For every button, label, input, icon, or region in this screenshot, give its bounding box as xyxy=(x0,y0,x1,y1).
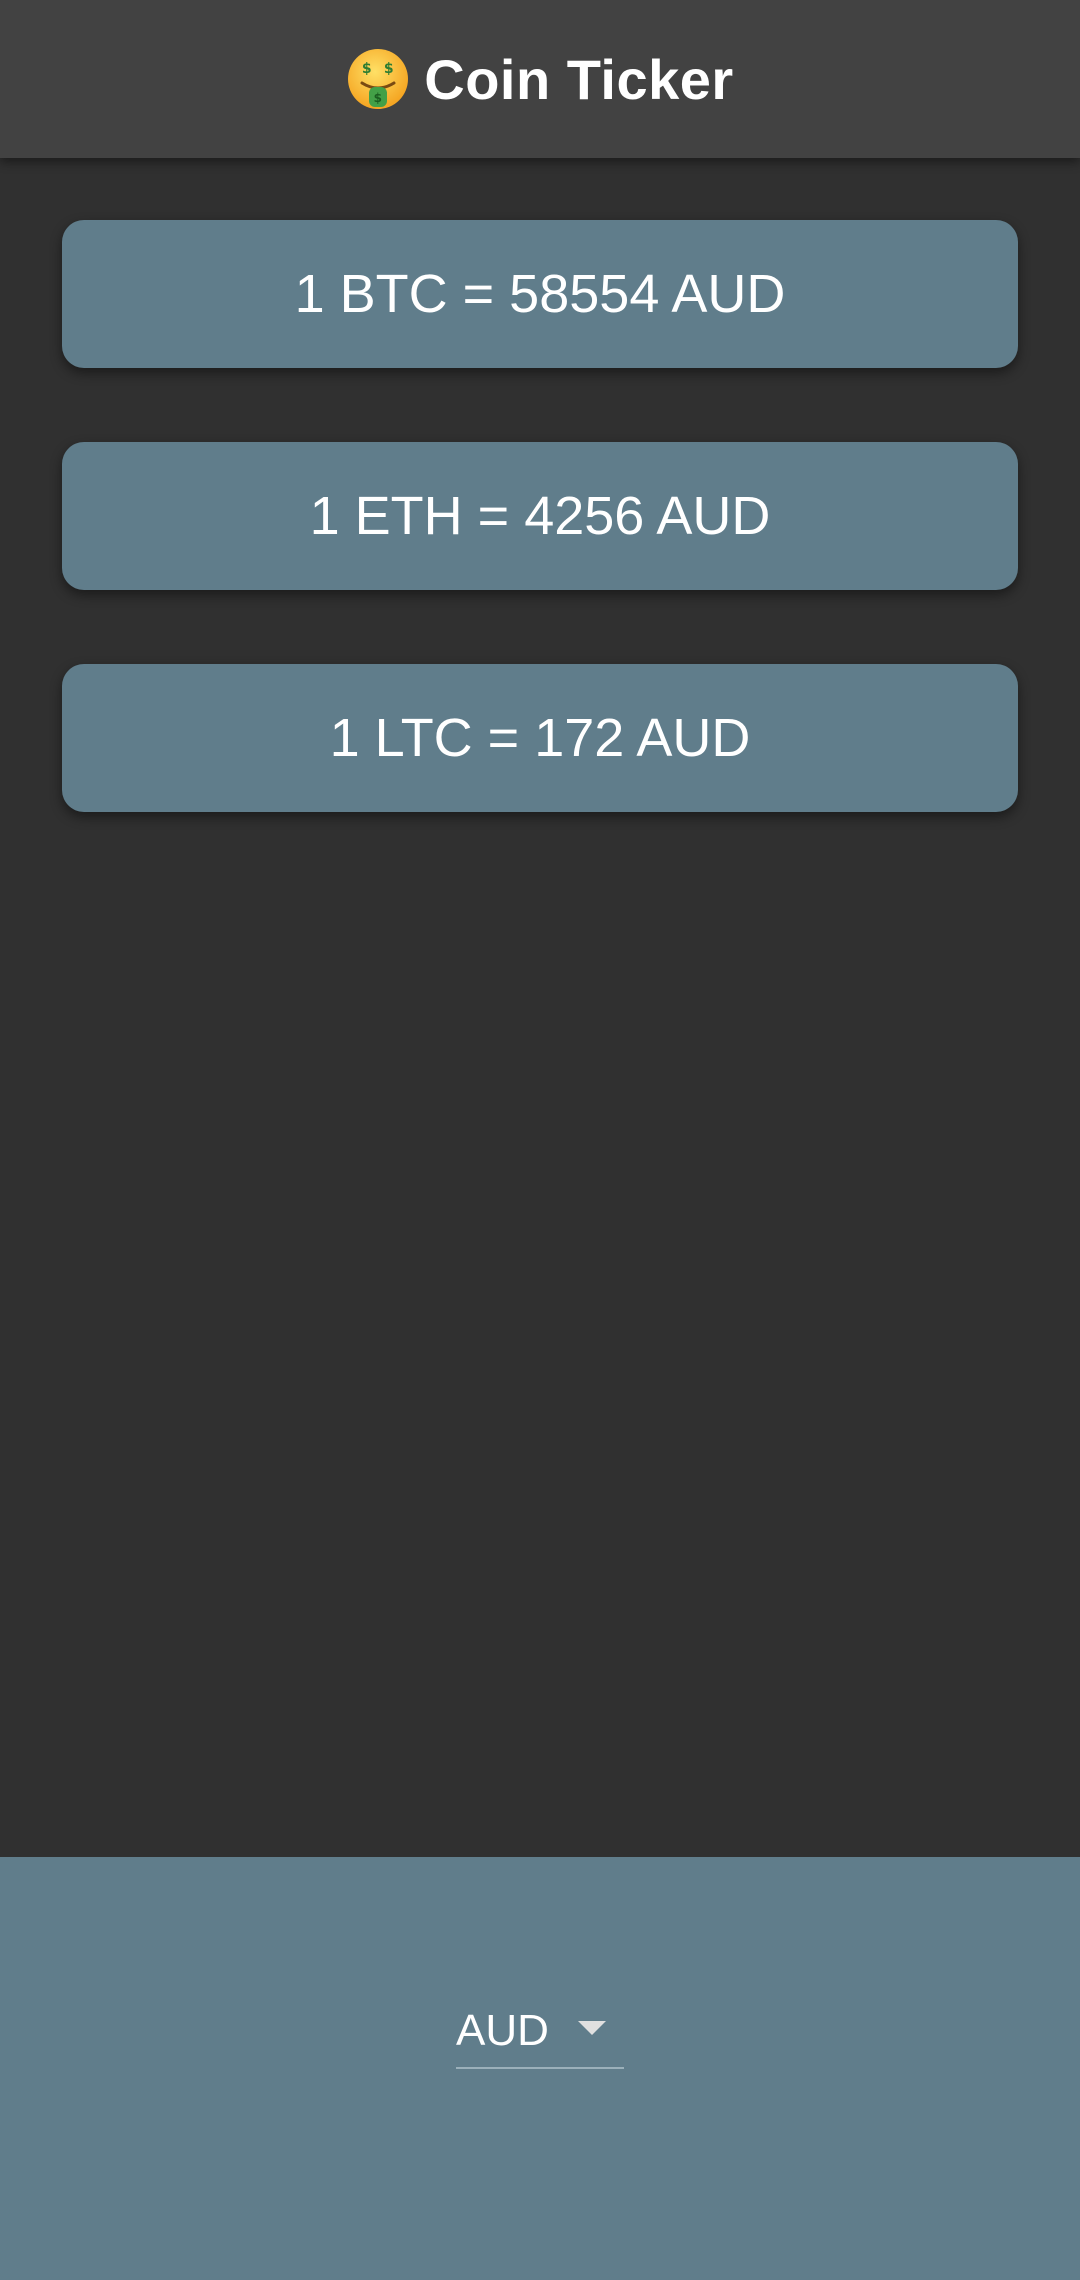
app-title-text: Coin Ticker xyxy=(424,47,734,111)
money-mouth-face-icon: $ $ $ xyxy=(346,47,410,111)
dropdown-arrow-icon xyxy=(578,2021,606,2035)
currency-picker-panel: AUD xyxy=(0,1857,1080,2280)
currency-dropdown[interactable]: AUD xyxy=(456,1995,624,2069)
rate-text-btc: 1 BTC = 58554 AUD xyxy=(294,264,786,324)
rate-text-ltc: 1 LTC = 172 AUD xyxy=(329,708,751,768)
svg-text:$: $ xyxy=(384,61,394,77)
rates-list: 1 BTC = 58554 AUD 1 ETH = 4256 AUD 1 LTC… xyxy=(62,220,1018,886)
svg-text:$: $ xyxy=(374,91,383,105)
svg-text:$: $ xyxy=(362,61,372,77)
rate-card-ltc: 1 LTC = 172 AUD xyxy=(62,664,1018,812)
app-title: $ $ $ Coin Ticker xyxy=(346,47,733,112)
app-bar: $ $ $ Coin Ticker xyxy=(0,0,1080,158)
rate-card-eth: 1 ETH = 4256 AUD xyxy=(62,442,1018,590)
app-screen: $ $ $ Coin Ticker 1 BTC = 58554 AUD 1 ET… xyxy=(0,0,1080,2280)
rate-text-eth: 1 ETH = 4256 AUD xyxy=(309,486,771,546)
rate-card-btc: 1 BTC = 58554 AUD xyxy=(62,220,1018,368)
currency-dropdown-value: AUD xyxy=(456,2006,549,2055)
